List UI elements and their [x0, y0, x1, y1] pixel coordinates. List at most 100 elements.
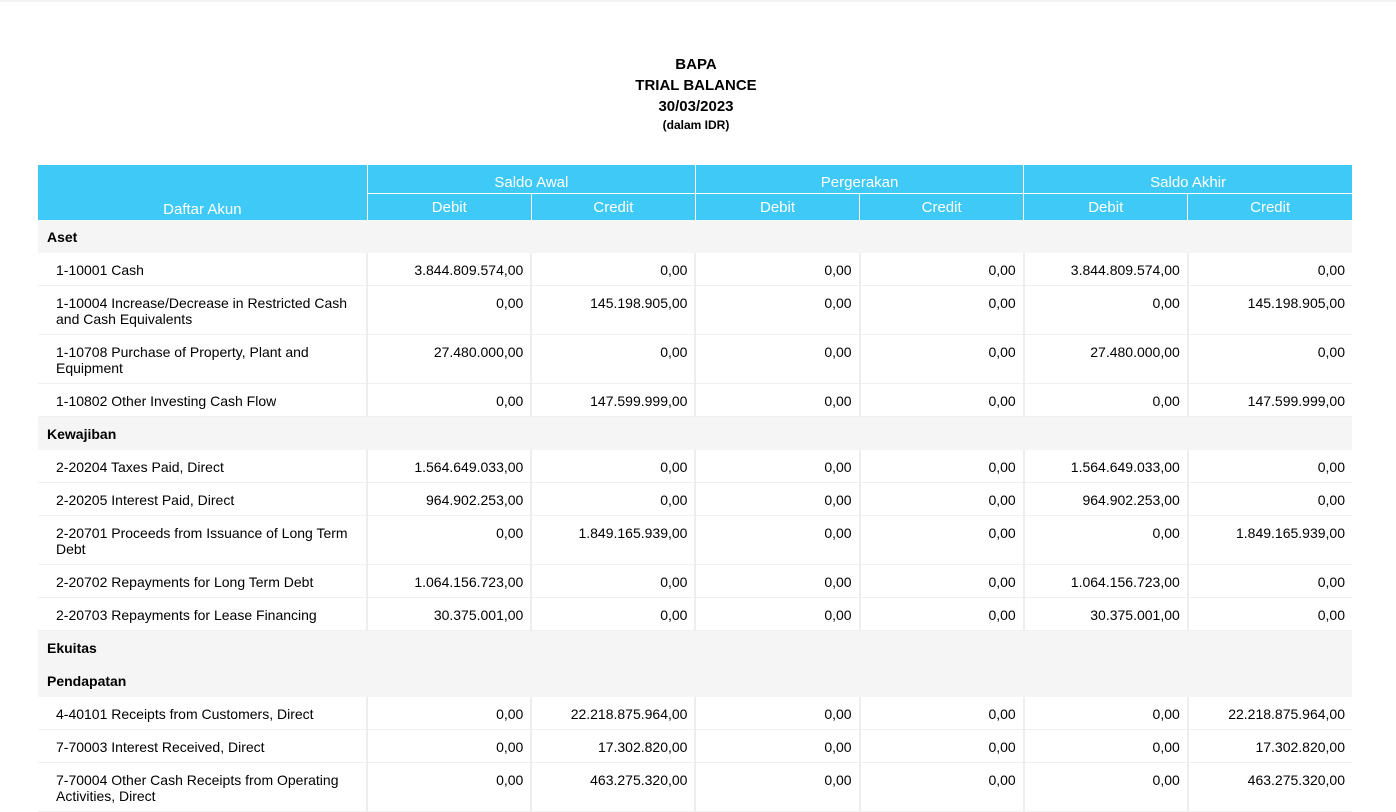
top-divider	[0, 0, 1396, 2]
pergerakan-debit-value: 0,00	[694, 729, 860, 763]
account-column-header: Daftar Akun	[38, 165, 368, 220]
saldo-awal-debit-value: 0,00	[366, 383, 532, 417]
company-name: BAPA	[675, 56, 717, 73]
pergerakan-credit-value: 0,00	[858, 285, 1024, 335]
section-label: Aset	[38, 220, 1352, 253]
account-name: 1-10708 Purchase of Property, Plant and …	[38, 334, 368, 384]
saldo-awal-debit-value: 27.480.000,00	[366, 334, 532, 384]
saldo-akhir-debit-value: 1.564.649.033,00	[1022, 450, 1188, 483]
saldo-awal-credit-header: Credit	[530, 193, 696, 220]
account-name: 2-20204 Taxes Paid, Direct	[38, 450, 368, 483]
pergerakan-credit-value: 0,00	[858, 253, 1024, 286]
table-row[interactable]: 1-10802 Other Investing Cash Flow 0,00 147…	[38, 383, 1352, 417]
pergerakan-credit-value: 0,00	[858, 597, 1024, 631]
saldo-awal-credit-value: 0,00	[530, 597, 696, 631]
saldo-akhir-credit-value: 1.849.165.939,00	[1186, 515, 1352, 565]
table-row[interactable]: 7-70004 Other Cash Receipts from Operati…	[38, 762, 1352, 812]
saldo-awal-credit-value: 0,00	[530, 334, 696, 384]
saldo-awal-credit-value: 0,00	[530, 253, 696, 286]
saldo-akhir-credit-value: 145.198.905,00	[1186, 285, 1352, 335]
table-row[interactable]: 2-20701 Proceeds from Issuance of Long T…	[38, 515, 1352, 565]
saldo-awal-debit-value: 1.564.649.033,00	[366, 450, 532, 483]
account-name: 2-20702 Repayments for Long Term Debt	[38, 564, 368, 598]
account-name: 7-70003 Interest Received, Direct	[38, 729, 368, 763]
section-label: Ekuitas	[38, 630, 1352, 664]
account-name: 2-20703 Repayments for Lease Financing	[38, 597, 368, 631]
saldo-awal-debit-value: 0,00	[366, 697, 532, 730]
saldo-akhir-credit-header: Credit	[1187, 193, 1352, 220]
saldo-akhir-credit-value: 0,00	[1186, 597, 1352, 631]
section-label: Kewajiban	[38, 416, 1352, 450]
pergerakan-debit-value: 0,00	[694, 515, 860, 565]
saldo-awal-debit-value: 964.902.253,00	[366, 482, 532, 516]
saldo-awal-credit-value: 0,00	[530, 564, 696, 598]
saldo-akhir-credit-value: 17.302.820,00	[1186, 729, 1352, 763]
table-row[interactable]: 1-10708 Purchase of Property, Plant and …	[38, 334, 1352, 384]
table-body: Aset 1-10001 Cash 3.844.809.574,00 0,00 0,00…	[38, 220, 1352, 812]
currency-note: (dalam IDR)	[662, 118, 730, 132]
group-header-saldo-awal: Saldo Awal	[366, 165, 696, 194]
pergerakan-credit-value: 0,00	[858, 697, 1024, 730]
table-row[interactable]: 4-40101 Receipts from Customers, Direct 0…	[38, 697, 1352, 730]
saldo-akhir-debit-value: 964.902.253,00	[1022, 482, 1188, 516]
table-row[interactable]: 2-20702 Repayments for Long Term Debt 1.0…	[38, 564, 1352, 598]
pergerakan-credit-value: 0,00	[858, 729, 1024, 763]
account-name: 2-20205 Interest Paid, Direct	[38, 482, 368, 516]
saldo-akhir-debit-value: 0,00	[1022, 697, 1188, 730]
saldo-akhir-debit-header: Debit	[1023, 193, 1188, 220]
pergerakan-debit-header: Debit	[694, 193, 860, 220]
saldo-akhir-debit-value: 3.844.809.574,00	[1022, 253, 1188, 286]
section-row: Kewajiban	[38, 416, 1352, 450]
table-row[interactable]: 2-20703 Repayments for Lease Financing 30…	[38, 597, 1352, 631]
group-header-pergerakan: Pergerakan	[694, 165, 1024, 194]
pergerakan-credit-value: 0,00	[858, 515, 1024, 565]
pergerakan-credit-value: 0,00	[858, 334, 1024, 384]
saldo-akhir-debit-value: 0,00	[1022, 285, 1188, 335]
pergerakan-credit-value: 0,00	[858, 450, 1024, 483]
section-row: Aset	[38, 220, 1352, 253]
saldo-awal-debit-value: 0,00	[366, 515, 532, 565]
pergerakan-credit-value: 0,00	[858, 564, 1024, 598]
pergerakan-debit-value: 0,00	[694, 253, 860, 286]
group-header-saldo-akhir: Saldo Akhir	[1023, 165, 1352, 194]
account-name: 1-10802 Other Investing Cash Flow	[38, 383, 368, 417]
saldo-awal-debit-value: 0,00	[366, 285, 532, 335]
saldo-awal-credit-value: 17.302.820,00	[530, 729, 696, 763]
section-label: Pendapatan	[38, 664, 1352, 697]
account-name: 1-10004 Increase/Decrease in Restricted …	[38, 285, 368, 335]
saldo-awal-credit-value: 1.849.165.939,00	[530, 515, 696, 565]
account-name: 4-40101 Receipts from Customers, Direct	[38, 697, 368, 730]
pergerakan-credit-value: 0,00	[858, 383, 1024, 417]
pergerakan-debit-value: 0,00	[694, 762, 860, 812]
pergerakan-debit-value: 0,00	[694, 285, 860, 335]
section-row: Pendapatan	[38, 664, 1352, 697]
table-row[interactable]: 7-70003 Interest Received, Direct 0,00 17.…	[38, 729, 1352, 763]
account-name: 1-10001 Cash	[38, 253, 368, 286]
saldo-awal-debit-value: 1.064.156.723,00	[366, 564, 532, 598]
section-row: Ekuitas	[38, 630, 1352, 664]
pergerakan-debit-value: 0,00	[694, 597, 860, 631]
saldo-awal-debit-header: Debit	[366, 193, 532, 220]
saldo-akhir-debit-value: 1.064.156.723,00	[1022, 564, 1188, 598]
pergerakan-credit-value: 0,00	[858, 762, 1024, 812]
saldo-awal-credit-value: 0,00	[530, 450, 696, 483]
saldo-akhir-credit-value: 0,00	[1186, 482, 1352, 516]
table-row[interactable]: 1-10004 Increase/Decrease in Restricted …	[38, 285, 1352, 335]
saldo-akhir-credit-value: 0,00	[1186, 334, 1352, 384]
pergerakan-debit-value: 0,00	[694, 383, 860, 417]
saldo-akhir-debit-value: 0,00	[1022, 729, 1188, 763]
saldo-akhir-credit-value: 22.218.875.964,00	[1186, 697, 1352, 730]
table-row[interactable]: 1-10001 Cash 3.844.809.574,00 0,00 0,00 0,00…	[38, 253, 1352, 286]
table-row[interactable]: 2-20205 Interest Paid, Direct 964.902.253…	[38, 482, 1352, 516]
saldo-awal-debit-value: 30.375.001,00	[366, 597, 532, 631]
saldo-awal-credit-value: 0,00	[530, 482, 696, 516]
table-header: Daftar Akun Saldo Awal Pergerakan Saldo …	[38, 165, 1352, 220]
saldo-awal-credit-value: 463.275.320,00	[530, 762, 696, 812]
saldo-akhir-debit-value: 30.375.001,00	[1022, 597, 1188, 631]
table-row[interactable]: 2-20204 Taxes Paid, Direct 1.564.649.033,…	[38, 450, 1352, 483]
saldo-awal-debit-value: 0,00	[366, 729, 532, 763]
saldo-akhir-credit-value: 147.599.999,00	[1186, 383, 1352, 417]
saldo-awal-credit-value: 147.599.999,00	[530, 383, 696, 417]
pergerakan-debit-value: 0,00	[694, 697, 860, 730]
saldo-akhir-debit-value: 0,00	[1022, 762, 1188, 812]
